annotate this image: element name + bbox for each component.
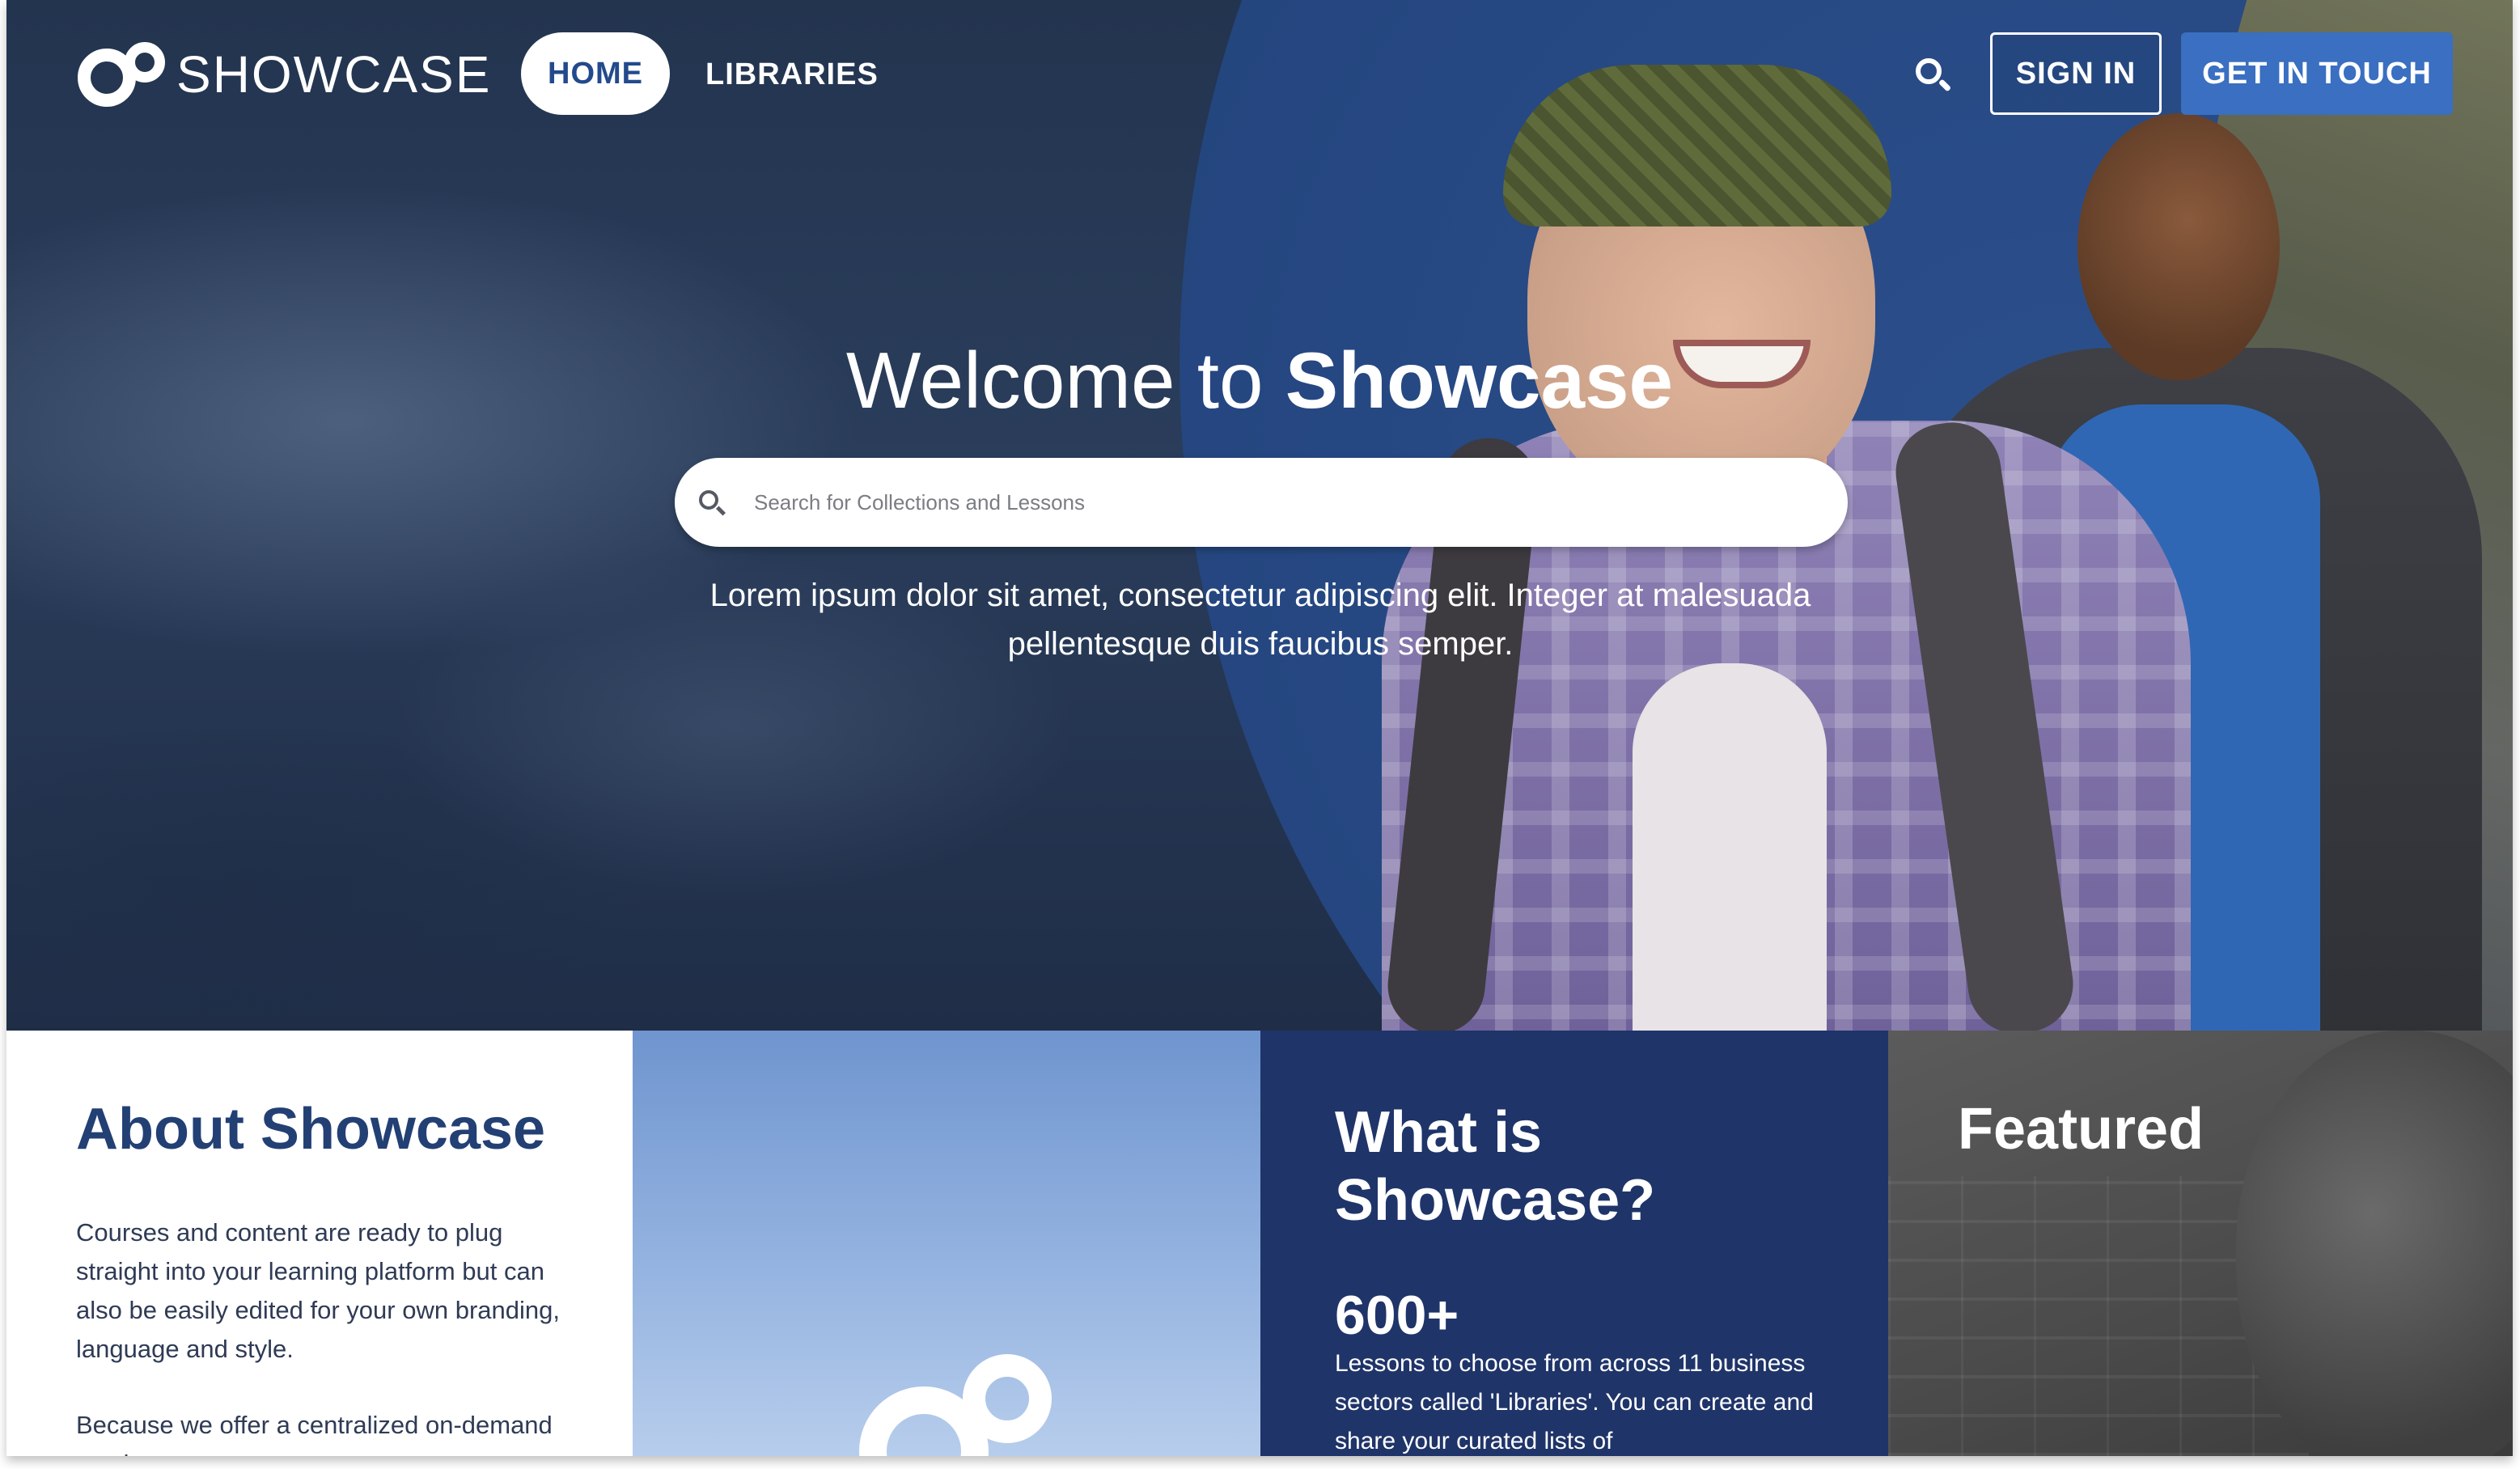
hero-photo-woman-top [1633, 663, 1827, 1031]
about-paragraph: Because we offer a centralized on-demand… [76, 1411, 553, 1456]
showcase-logo[interactable]: SHOWCASE [78, 42, 491, 107]
nav-home-link[interactable]: HOME [521, 32, 670, 115]
about-title: About Showcase [76, 1097, 546, 1162]
hero-subtitle: Lorem ipsum dolor sit amet, consectetur … [709, 578, 1811, 662]
featured-tile[interactable]: Featured [1888, 1031, 2513, 1456]
top-navigation: SHOWCASE HOME LIBRARIES SIGN IN GET IN T… [6, 0, 2513, 150]
logo-text: SHOWCASE [176, 45, 492, 104]
sky-image-tile [633, 1031, 1260, 1456]
lessons-description: Lessons to choose from across 11 busines… [1335, 1350, 1814, 1454]
hero-title-prefix: Welcome to [845, 336, 1285, 425]
featured-title: Featured [1958, 1097, 2204, 1162]
hero-title: Welcome to Showcase [6, 324, 2513, 437]
showcase-logo-icon [859, 1354, 1053, 1456]
about-paragraph: Courses and content are ready to plug st… [76, 1218, 560, 1363]
get-in-touch-button[interactable]: GET IN TOUCH [2181, 32, 2453, 115]
hero-section: SHOWCASE HOME LIBRARIES SIGN IN GET IN T… [6, 0, 2513, 1031]
hero-title-brand: Showcase [1285, 336, 1674, 425]
search-icon [699, 490, 726, 518]
hero-search-bar[interactable] [675, 458, 1848, 547]
lessons-count: 600+ [1335, 1285, 1459, 1346]
search-icon[interactable] [1916, 58, 1952, 94]
about-tile[interactable]: About Showcase Courses and content are r… [6, 1031, 633, 1456]
what-is-tile[interactable]: What is Showcase? 600+ Lessons to choose… [1260, 1031, 1888, 1456]
feature-tiles: About Showcase Courses and content are r… [6, 1031, 2513, 1456]
what-is-title: What is Showcase? [1335, 1100, 1656, 1233]
page-frame: SHOWCASE HOME LIBRARIES SIGN IN GET IN T… [6, 0, 2513, 1456]
search-input[interactable] [752, 482, 1804, 523]
nav-libraries-link[interactable]: LIBRARIES [705, 52, 879, 97]
featured-person-image [2236, 1031, 2513, 1456]
showcase-logo-icon [78, 42, 167, 107]
sign-in-button[interactable]: SIGN IN [1990, 32, 2162, 115]
